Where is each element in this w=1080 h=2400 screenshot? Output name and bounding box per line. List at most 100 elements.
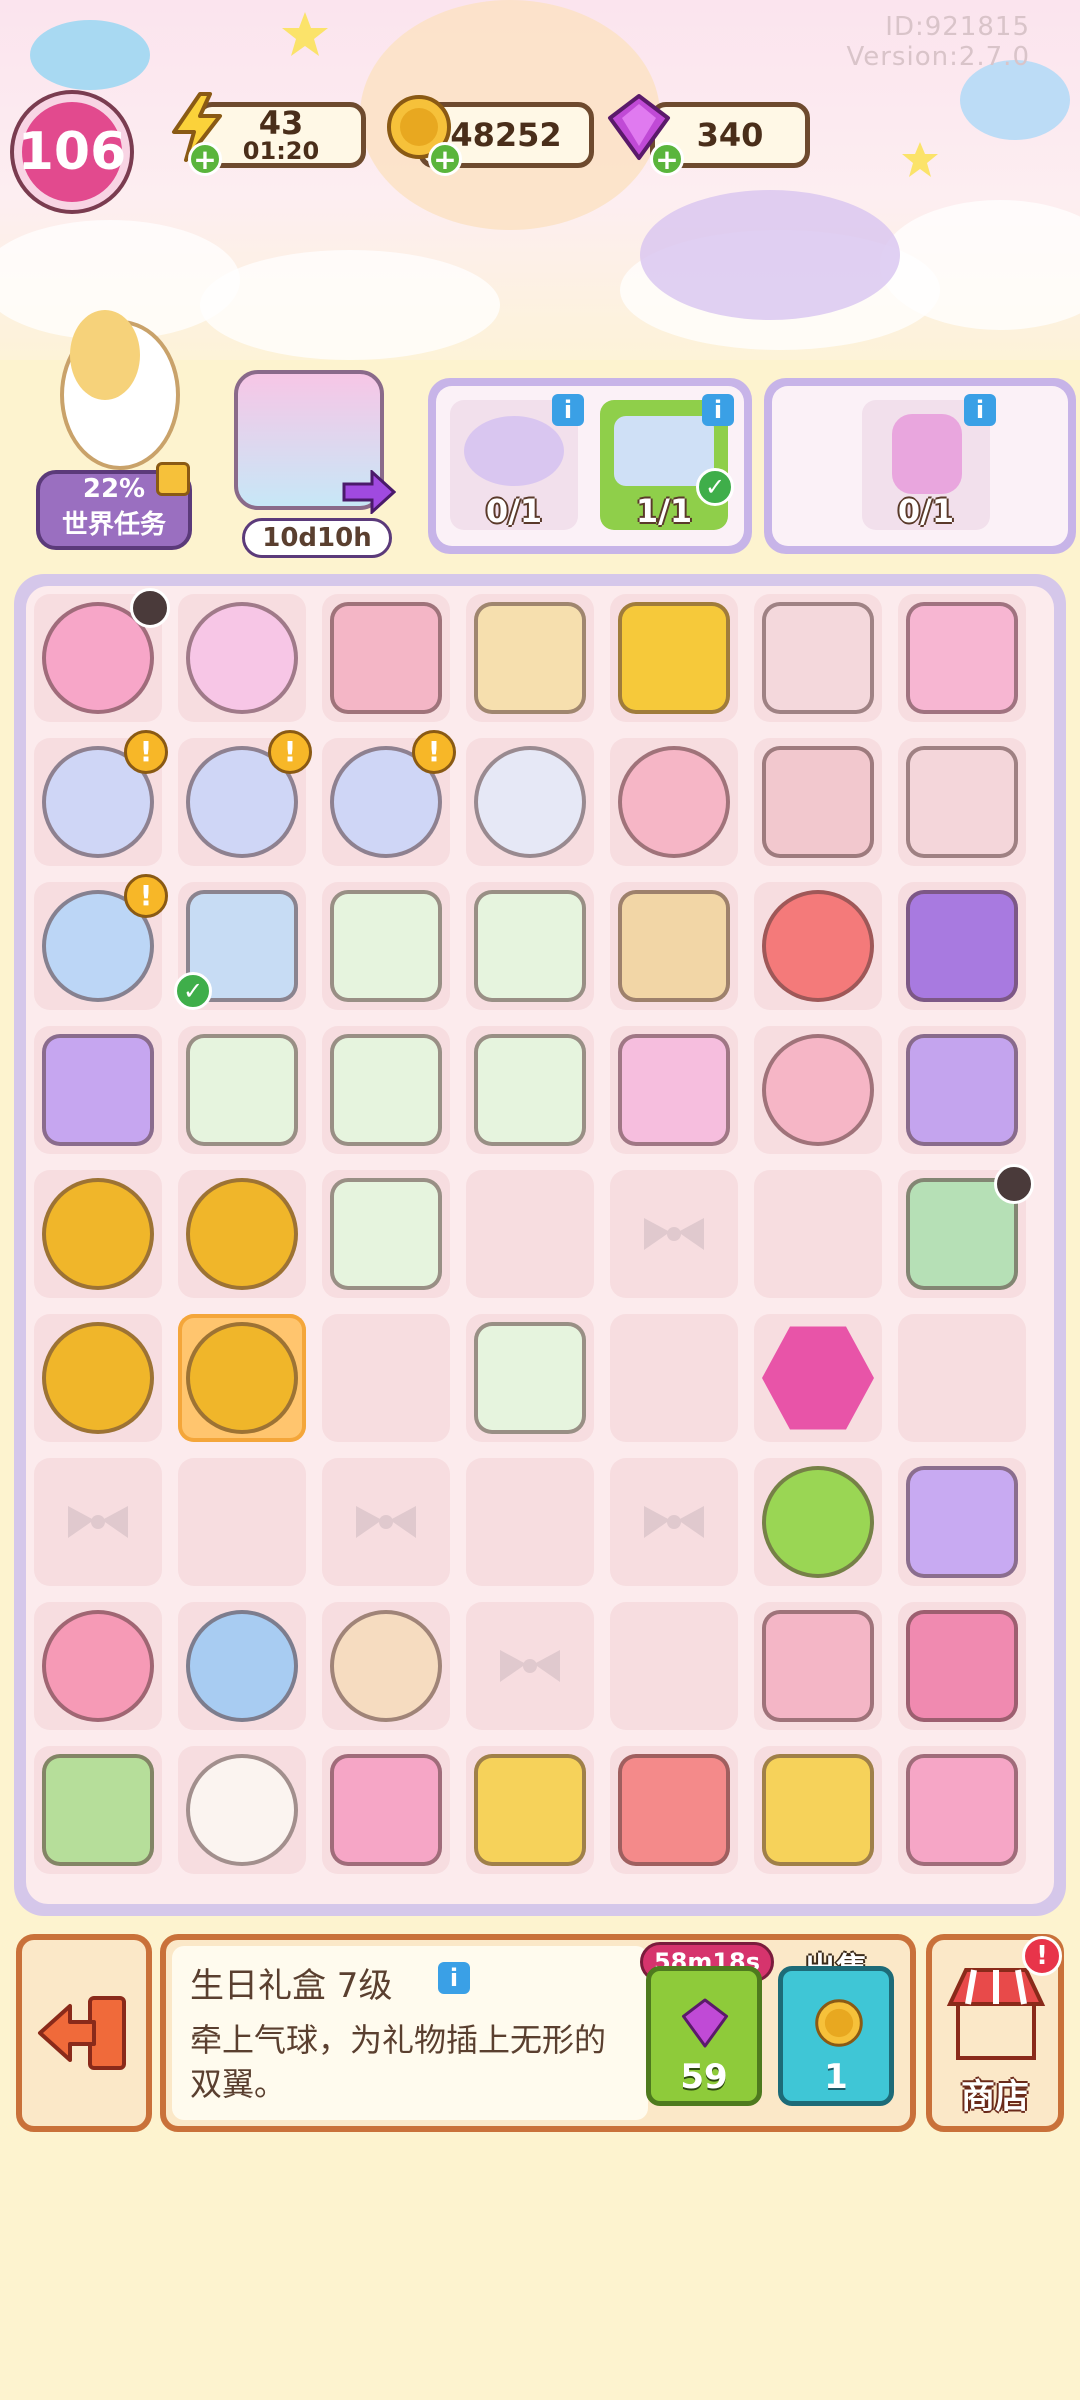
paper-scissors-icon <box>618 890 730 1002</box>
board-cell[interactable] <box>466 1314 594 1442</box>
board-cell[interactable] <box>610 1170 738 1298</box>
board-cell[interactable] <box>610 1746 738 1874</box>
marshmallow-icon <box>330 602 442 714</box>
board-cell[interactable] <box>754 1458 882 1586</box>
board-cell[interactable] <box>322 1314 450 1442</box>
event-button[interactable]: 10d10h <box>224 370 404 560</box>
board-cell[interactable] <box>754 1602 882 1730</box>
board-cell[interactable] <box>466 1026 594 1154</box>
board-cell[interactable] <box>178 1170 306 1298</box>
board-cell[interactable] <box>322 594 450 722</box>
timer-icon <box>130 588 170 628</box>
level-badge[interactable]: 106 <box>14 94 130 210</box>
board-cell[interactable] <box>322 1170 450 1298</box>
order-slot[interactable]: 0/1 i <box>862 394 996 530</box>
board-cell[interactable] <box>898 1746 1026 1874</box>
board-cell[interactable] <box>322 1602 450 1730</box>
board-cell[interactable] <box>610 738 738 866</box>
order-slot[interactable]: 0/1 i <box>450 394 584 530</box>
board-cell[interactable] <box>754 594 882 722</box>
locked-bow-icon <box>500 1646 560 1686</box>
board-cell[interactable] <box>466 738 594 866</box>
exit-button[interactable] <box>16 1934 152 2132</box>
shop-label: 商店 <box>961 2077 1029 2117</box>
sheep-plush-icon <box>186 1754 298 1866</box>
energy-value: 43 <box>258 104 304 142</box>
board-cell[interactable] <box>34 1746 162 1874</box>
castle-icon <box>906 1754 1018 1866</box>
board-cell[interactable] <box>898 1602 1026 1730</box>
board-cell[interactable] <box>610 1458 738 1586</box>
board-cell[interactable] <box>466 1170 594 1298</box>
board-cell[interactable] <box>322 1026 450 1154</box>
board-cell[interactable] <box>466 1458 594 1586</box>
board-cell[interactable] <box>610 1602 738 1730</box>
board-cell[interactable] <box>322 1458 450 1586</box>
info-icon[interactable]: i <box>552 394 584 426</box>
candy-arch-icon <box>474 1754 586 1866</box>
info-icon[interactable]: i <box>964 394 996 426</box>
board-cell[interactable] <box>322 882 450 1010</box>
board-cell[interactable] <box>34 1314 162 1442</box>
board-cell[interactable] <box>178 1602 306 1730</box>
candy-arch-icon <box>762 1754 874 1866</box>
board-cell[interactable] <box>466 594 594 722</box>
board-cell[interactable] <box>754 1746 882 1874</box>
exit-icon <box>38 1996 126 2070</box>
speedup-button[interactable]: 59 <box>646 1966 762 2106</box>
coin-icon <box>815 1999 863 2047</box>
info-icon[interactable]: i <box>702 394 734 426</box>
board-cell[interactable] <box>466 882 594 1010</box>
board-cell[interactable] <box>754 882 882 1010</box>
order-slot[interactable]: 1/1 i ✓ <box>600 394 734 530</box>
board-cell[interactable] <box>898 738 1026 866</box>
board-cell[interactable] <box>34 1458 162 1586</box>
star-icon <box>902 142 938 177</box>
add-energy-button[interactable]: + <box>188 142 222 176</box>
board-cell[interactable] <box>466 1746 594 1874</box>
shop-button[interactable]: ! 商店 <box>926 1934 1064 2132</box>
add-gems-button[interactable]: + <box>650 142 684 176</box>
world-task-button[interactable]: 22% 世界任务 <box>30 310 192 560</box>
balloon-decoration <box>960 60 1070 140</box>
board-cell[interactable] <box>754 1170 882 1298</box>
board-cell[interactable] <box>178 594 306 722</box>
board-cell[interactable] <box>610 882 738 1010</box>
golden-arrow-card-icon <box>618 602 730 714</box>
board-cell[interactable] <box>754 1314 882 1442</box>
add-coins-button[interactable]: + <box>428 142 462 176</box>
sell-button[interactable]: 1 <box>778 1966 894 2106</box>
board-cell[interactable] <box>178 1026 306 1154</box>
board-cell[interactable] <box>754 738 882 866</box>
info-icon[interactable]: i <box>438 1962 470 1994</box>
purple-dress-icon <box>42 1034 154 1146</box>
board-cell[interactable] <box>898 1458 1026 1586</box>
board-cell[interactable] <box>610 1026 738 1154</box>
board-cell[interactable] <box>178 1314 306 1442</box>
board-cell[interactable] <box>322 1746 450 1874</box>
board-cell[interactable] <box>34 1026 162 1154</box>
castle-icon <box>330 1754 442 1866</box>
board-cell[interactable] <box>898 882 1026 1010</box>
cabinet-icon <box>906 746 1018 858</box>
board-cell[interactable] <box>178 1746 306 1874</box>
board-cell[interactable] <box>610 594 738 722</box>
merge-board: !!!! ✓ <box>14 574 1066 1916</box>
locked-bow-icon <box>644 1502 704 1542</box>
board-cell[interactable] <box>754 1026 882 1154</box>
perfume-icon <box>892 414 962 494</box>
gem-value: 340 <box>696 116 764 154</box>
board-cell[interactable] <box>610 1314 738 1442</box>
board-cell[interactable] <box>898 1026 1026 1154</box>
board-cell[interactable] <box>178 1458 306 1586</box>
board-cell[interactable] <box>466 1602 594 1730</box>
cat-plush-icon <box>186 1610 298 1722</box>
board-cell[interactable] <box>34 1602 162 1730</box>
candy-bag-icon <box>618 1034 730 1146</box>
board-cell[interactable] <box>898 594 1026 722</box>
drawer-icon <box>762 746 874 858</box>
board-cell[interactable] <box>898 1314 1026 1442</box>
pink-roll-icon <box>762 1034 874 1146</box>
board-cell[interactable] <box>34 1170 162 1298</box>
item-description: 牵上气球，为礼物插上无形的双翼。 <box>190 2021 607 2103</box>
